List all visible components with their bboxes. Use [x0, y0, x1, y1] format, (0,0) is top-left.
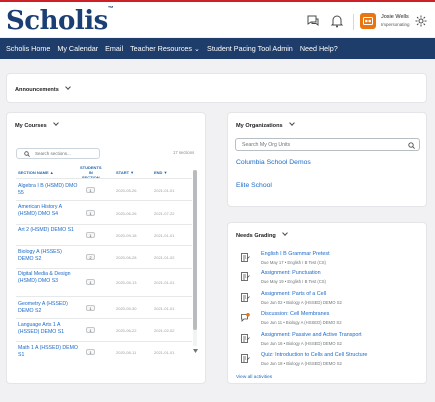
- end-date: 2021-01-02: [154, 255, 175, 260]
- quiz-icon: [241, 253, 250, 262]
- start-date: 2020-05-30: [116, 306, 137, 311]
- start-date: 2020-05-13: [116, 280, 137, 285]
- row-divider: [16, 224, 192, 225]
- user-status: Impersonating: [381, 22, 410, 27]
- student-count: 1: [86, 232, 95, 238]
- grading-item-title[interactable]: English I B Grammar Pretest: [261, 251, 330, 257]
- impersonate-icon: [363, 17, 373, 25]
- grading-item-meta: Due Jun 16 • Biology A (HSSED) DEMO S2: [261, 341, 342, 346]
- col-section-name[interactable]: SECTION NAME ▲: [18, 170, 54, 175]
- my-organizations-title[interactable]: My Organizations: [236, 120, 295, 129]
- scroll-down-icon[interactable]: [193, 349, 198, 353]
- row-divider: [16, 318, 192, 319]
- course-link[interactable]: Art 2 (HSMD) DEMO S1: [18, 227, 78, 234]
- course-link[interactable]: Algebra I B (HSMD) DMO 55: [18, 183, 78, 197]
- col-start[interactable]: START ▼: [116, 170, 134, 175]
- row-divider: [16, 296, 192, 297]
- course-link[interactable]: Language Arts 1 A (HSSED) DEMO S1: [18, 322, 78, 336]
- main-navbar: Scholis Home My Calendar Email Teacher R…: [0, 38, 435, 59]
- org-search-input[interactable]: Search My Org Units: [235, 138, 420, 151]
- user-name: Josie Wells: [381, 14, 409, 20]
- needs-grading-title[interactable]: Needs Grading: [236, 230, 288, 239]
- student-count: 1: [86, 305, 95, 311]
- org-link-columbia-school-demos[interactable]: Columbia School Demos: [236, 159, 311, 166]
- announcements-title[interactable]: Announcements: [15, 84, 71, 93]
- discussion-icon: [241, 313, 250, 322]
- start-date: 2020-06-22: [116, 328, 137, 333]
- courses-scrollbar-thumb[interactable]: [193, 170, 197, 330]
- org-search-placeholder: Search My Org Units: [242, 142, 291, 148]
- grading-item-meta: Due May 19 • English I B Test (CS): [261, 279, 326, 284]
- student-count: 1: [86, 327, 95, 333]
- start-date: 2020-05-26: [116, 188, 137, 193]
- course-link[interactable]: Biology A (HSSES) DEMO S2: [18, 249, 78, 263]
- grading-item-meta: Due Jun 02 • Biology A (HSSED) DEMO S2: [261, 300, 342, 305]
- assignment-icon: [241, 272, 250, 281]
- col-end[interactable]: END ▼: [154, 170, 168, 175]
- search-icon[interactable]: [408, 142, 415, 149]
- nav-teacher-resources[interactable]: Teacher Resources ⌄: [130, 44, 200, 53]
- end-date: 2021-07-22: [154, 211, 175, 216]
- student-count: 1: [86, 349, 95, 355]
- section-count: 17 sections: [173, 150, 195, 155]
- messages-icon[interactable]: [306, 14, 320, 28]
- row-divider: [16, 268, 192, 269]
- section-search-input[interactable]: Search sections...: [16, 148, 100, 159]
- grading-item-meta: Due Jun 11 • Biology A (HSSED) DEMO S2: [261, 320, 342, 325]
- grading-item-title[interactable]: Assignment: Punctuation: [261, 270, 321, 276]
- end-date: 2021-02-02: [154, 328, 175, 333]
- row-divider: [16, 245, 192, 246]
- end-date: 2021-01-01: [154, 306, 175, 311]
- end-date: 2021-01-01: [154, 350, 175, 355]
- section-search-placeholder: Search sections...: [35, 151, 71, 156]
- table-header-divider: [16, 178, 192, 179]
- bell-icon[interactable]: [330, 14, 344, 28]
- course-link[interactable]: American History A (HSMD) DMO S4: [18, 204, 78, 218]
- org-link-elite-school[interactable]: Elite School: [236, 182, 272, 189]
- course-link[interactable]: Geometry A (HSSED) DEMO S2: [18, 301, 78, 315]
- end-date: 2021-01-01: [154, 233, 175, 238]
- nav-my-calendar[interactable]: My Calendar: [57, 44, 98, 53]
- chevron-down-icon[interactable]: [288, 120, 295, 126]
- user-menu[interactable]: Josie Wells Impersonating: [360, 13, 410, 29]
- assignment-icon: [241, 334, 250, 343]
- course-link[interactable]: Math 1 A (HSSED) DEMO S1: [18, 345, 78, 359]
- avatar: [360, 13, 376, 29]
- student-count: 1: [86, 210, 95, 216]
- row-divider: [16, 200, 192, 201]
- chevron-down-icon[interactable]: [64, 84, 71, 90]
- gear-icon[interactable]: [414, 14, 428, 28]
- my-courses-title[interactable]: My Courses: [15, 120, 59, 129]
- header: Scholis™ Josie Wells Impersonating: [0, 2, 435, 37]
- start-date: 2020-09-18: [116, 233, 137, 238]
- grading-item-title[interactable]: Discussion: Cell Membranes: [261, 311, 329, 317]
- start-date: 2020-08-11: [116, 350, 137, 355]
- start-date: 2020-06-28: [116, 255, 137, 260]
- grading-item-title[interactable]: Quiz: Introduction to Cells and Cell Str…: [261, 352, 367, 358]
- nav-student-pacing-tool-admin[interactable]: Student Pacing Tool Admin: [207, 44, 293, 53]
- quiz-icon: [241, 354, 250, 363]
- grading-item-title[interactable]: Assignment: Passive and Active Transport: [261, 332, 362, 338]
- student-count: 1: [86, 279, 95, 285]
- nav-scholis-home[interactable]: Scholis Home: [6, 44, 50, 53]
- row-divider: [16, 341, 192, 342]
- nav-need-help[interactable]: Need Help?: [300, 44, 338, 53]
- grading-item-meta: Due May 17 • English I B Test (CS): [261, 260, 326, 265]
- student-count: 2: [86, 254, 95, 260]
- view-all-activities-link[interactable]: View all activities: [236, 375, 272, 380]
- chevron-down-icon[interactable]: [52, 120, 59, 126]
- start-date: 2020-06-26: [116, 211, 137, 216]
- grading-item-title[interactable]: Assignment: Parts of a Cell: [261, 291, 326, 297]
- course-link[interactable]: Digital Media & Design (HSMD) DMO S3: [18, 271, 78, 285]
- chevron-down-icon[interactable]: [281, 230, 288, 236]
- search-icon: [24, 151, 30, 157]
- grading-item-meta: Due Jun 18 • Biology A (HSSED) DEMO S2: [261, 361, 342, 366]
- end-date: 2021-01-01: [154, 188, 175, 193]
- assignment-icon: [241, 293, 250, 302]
- end-date: 2021-01-01: [154, 280, 175, 285]
- nav-email[interactable]: Email: [105, 44, 123, 53]
- student-count: 1: [86, 187, 95, 193]
- header-divider: [353, 14, 354, 30]
- logo[interactable]: Scholis™: [6, 6, 114, 36]
